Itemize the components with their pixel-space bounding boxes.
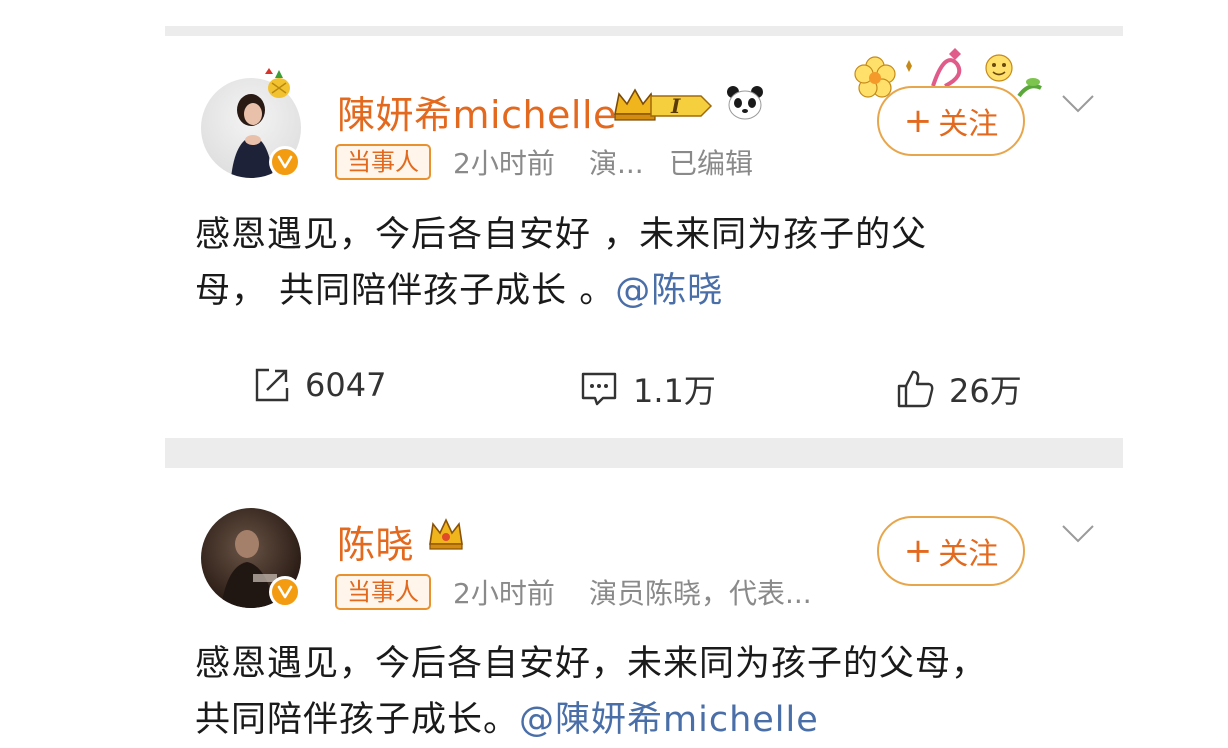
post-content-line1: 感恩遇见，今后各自安好，未来同为孩子的父母， [195,644,988,684]
status-badge: 当事人 [335,144,431,180]
post-source[interactable]: 演... [589,142,644,182]
follow-label: 关注 [938,107,999,142]
post-card: 陈晓 当事人 2小时前 演员陈晓，代表... + 关注 感恩遇见，今后各自安好，未… [165,468,1123,741]
chevron-down-icon[interactable] [1061,524,1095,544]
chevron-down-icon[interactable] [1061,94,1095,114]
username[interactable]: 陳妍希michelle [337,84,617,139]
verified-v-icon [269,146,301,178]
post-source[interactable]: 演员陈晓，代表... [589,572,812,612]
repost-count: 6047 [305,366,387,404]
edited-label[interactable]: 已编辑 [669,142,753,182]
repost-button[interactable]: 6047 [253,366,386,404]
repost-icon [255,368,289,402]
top-divider [165,26,1123,36]
comment-count: 1.1万 [633,372,716,410]
post-time: 2小时前 [453,147,555,180]
status-badge: 当事人 [335,574,431,610]
like-count: 26万 [949,372,1022,410]
plus-icon: + [903,531,933,571]
verified-v-icon [269,576,301,608]
username[interactable]: 陈晓 [337,514,414,569]
post-content-line1: 感恩遇见，今后各自安好 ，未来同为孩子的父 [195,215,928,255]
comment-icon [581,372,617,406]
crown-level-icon: I [614,88,713,121]
plus-icon: + [903,101,933,141]
post-time: 2小时前 [453,577,555,610]
post-divider [165,438,1123,468]
post-card: 陳妍希michelle I 当事人 2小时前 演... 已编辑 + 关注 感恩遇… [165,36,1123,438]
follow-button[interactable]: + 关注 [877,86,1025,156]
post-content-line2: 共同陪伴孩子成长。@陳妍希michelle [195,692,819,748]
mention-link[interactable]: @陳妍希michelle [519,700,819,740]
like-button[interactable]: 26万 [895,366,1022,412]
follow-button[interactable]: + 关注 [877,516,1025,586]
weibo-feed: 陳妍希michelle I 当事人 2小时前 演... 已编辑 + 关注 感恩遇… [0,0,1228,741]
thumbs-up-icon [897,370,934,408]
panda-icon [727,86,763,120]
mention-link[interactable]: @陈晓 [615,271,723,311]
post-content-text: 母， 共同陪伴孩子成长 。 [195,271,616,311]
post-content-text: 共同陪伴孩子成长。 [195,700,520,740]
crown-icon [429,518,463,550]
comment-button[interactable]: 1.1万 [579,366,716,412]
level-badge: I [670,94,681,118]
follow-label: 关注 [938,537,999,572]
post-content-line2: 母， 共同陪伴孩子成长 。@陈晓 [195,263,723,319]
pineapple-sticker-icon [265,68,290,98]
